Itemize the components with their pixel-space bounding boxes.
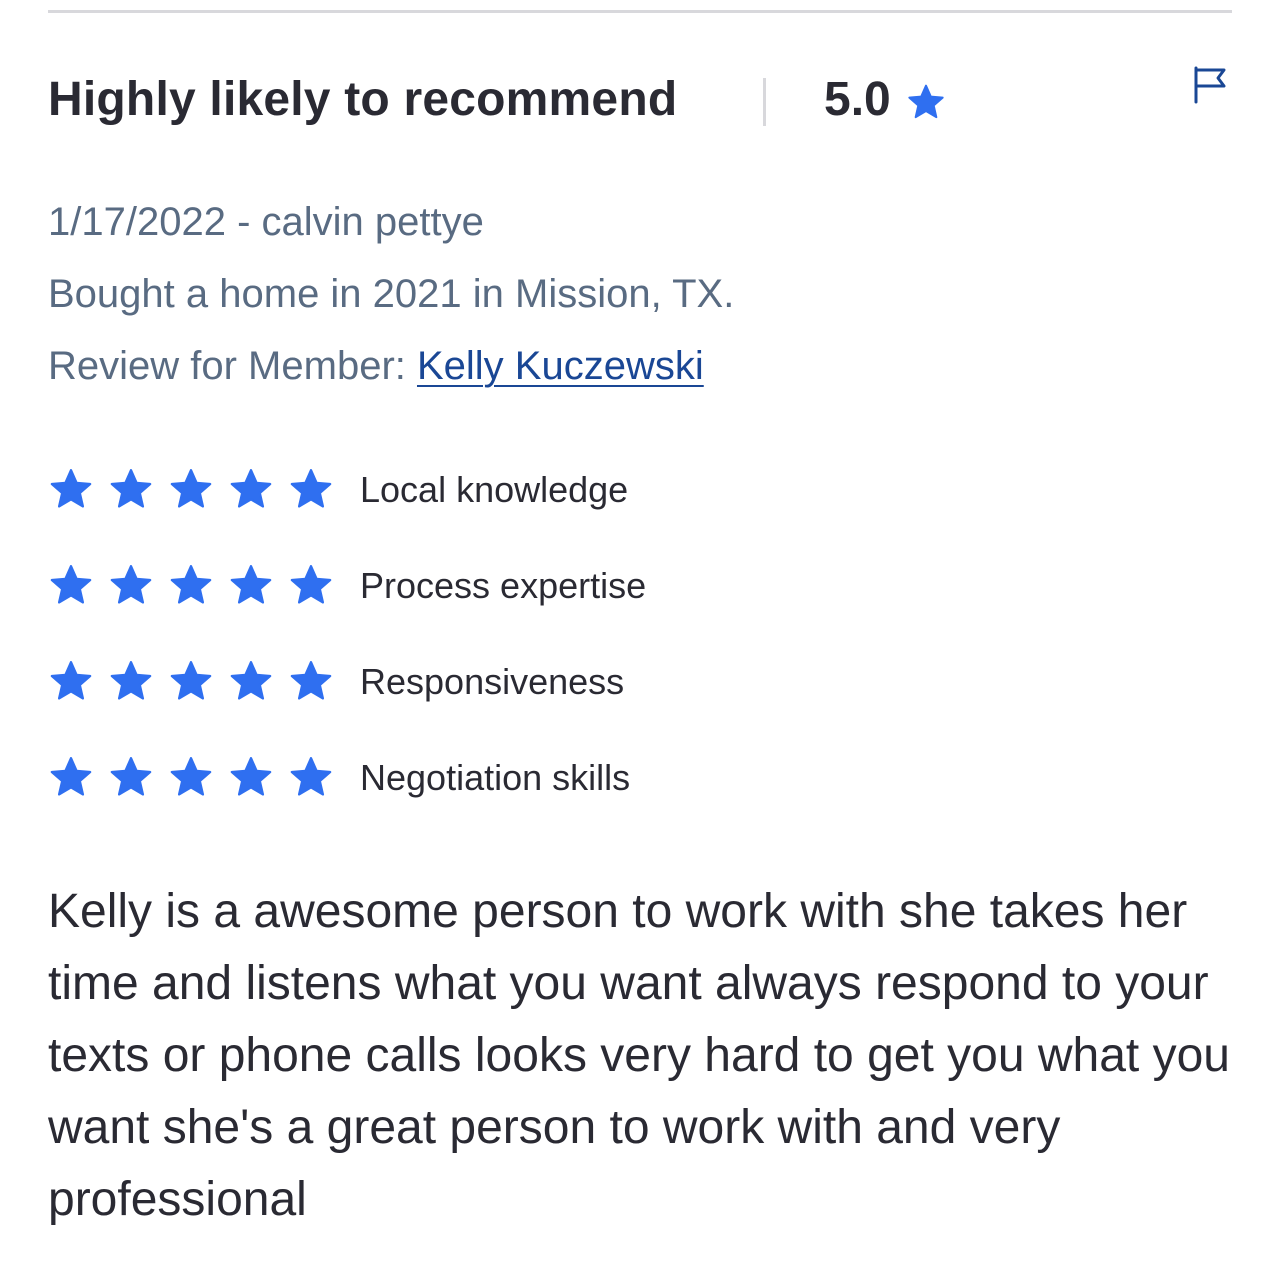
star-icon	[168, 562, 214, 608]
star-rating	[48, 466, 360, 512]
star-icon	[228, 562, 274, 608]
review-headline: Highly likely to recommend	[48, 73, 678, 126]
star-icon	[228, 466, 274, 512]
review-header: Highly likely to recommend 5.0	[48, 62, 1232, 138]
star-rating	[48, 562, 360, 608]
member-line: Review for Member: Kelly Kuczewski	[48, 330, 734, 402]
rating-label: Process expertise	[360, 565, 647, 606]
star-icon	[108, 466, 154, 512]
star-icon	[288, 466, 334, 512]
rating-row: Negotiation skills	[48, 754, 646, 850]
star-icon	[108, 562, 154, 608]
star-icon	[228, 754, 274, 800]
star-icon	[168, 466, 214, 512]
star-icon	[288, 754, 334, 800]
star-icon	[168, 658, 214, 704]
member-prefix: Review for Member:	[48, 344, 417, 388]
star-icon	[906, 82, 946, 122]
category-ratings: Local knowledge Process expertise Responsi…	[48, 466, 646, 850]
star-icon	[228, 658, 274, 704]
review-meta: 1/17/2022 - calvin pettye Bought a home …	[48, 186, 734, 402]
star-icon	[108, 658, 154, 704]
star-icon	[48, 562, 94, 608]
top-divider	[48, 10, 1232, 13]
rating-row: Local knowledge	[48, 466, 646, 562]
star-icon	[168, 754, 214, 800]
review-date-author: 1/17/2022 - calvin pettye	[48, 200, 484, 244]
overall-score: 5.0	[824, 73, 891, 126]
star-icon	[48, 466, 94, 512]
star-icon	[288, 562, 334, 608]
star-rating	[48, 754, 360, 800]
report-flag-button[interactable]	[1190, 64, 1230, 104]
star-icon	[288, 658, 334, 704]
header-divider	[763, 78, 766, 126]
transaction-info: Bought a home in 2021 in Mission, TX.	[48, 272, 735, 316]
review-body: Kelly is a awesome person to work with s…	[48, 885, 1230, 1226]
star-icon	[48, 754, 94, 800]
member-link[interactable]: Kelly Kuczewski	[417, 344, 704, 388]
star-icon	[48, 658, 94, 704]
star-rating	[48, 658, 360, 704]
rating-label: Negotiation skills	[360, 757, 631, 798]
star-icon	[108, 754, 154, 800]
rating-row: Process expertise	[48, 562, 646, 658]
rating-label: Responsiveness	[360, 661, 625, 702]
rating-row: Responsiveness	[48, 658, 646, 754]
rating-label: Local knowledge	[360, 469, 629, 510]
flag-icon	[1190, 66, 1230, 108]
